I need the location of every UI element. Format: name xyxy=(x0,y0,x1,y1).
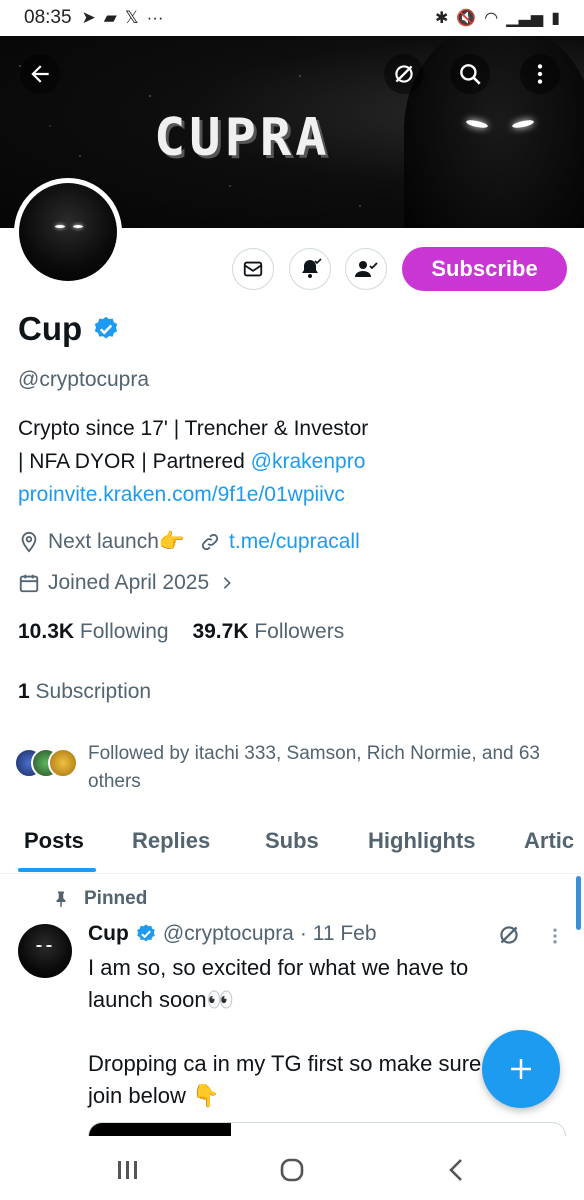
back-chevron-icon xyxy=(449,1159,462,1181)
grok-icon[interactable] xyxy=(496,922,522,948)
post-date: · 11 Feb xyxy=(299,922,377,945)
more-dots-icon: ··· xyxy=(146,8,164,27)
search-icon[interactable] xyxy=(450,54,490,94)
pin-icon xyxy=(56,891,66,908)
home-icon xyxy=(280,1158,304,1182)
status-time: 08:35 xyxy=(24,7,72,28)
verified-badge-icon xyxy=(137,924,155,942)
scrollbar[interactable] xyxy=(576,876,581,930)
post-author-handle[interactable]: @cryptocupra xyxy=(163,922,294,946)
status-system-icons: ✱ 🔇 ◠ ▁▃▅ ▮ xyxy=(435,8,560,28)
bio-line-1: Crypto since 17' | Trencher & Investor xyxy=(18,417,369,440)
following-link[interactable]: 10.3K Following xyxy=(18,620,169,643)
more-vertical-icon[interactable] xyxy=(520,54,560,94)
location-text: Next launch👉 xyxy=(48,530,186,553)
profile-handle: @cryptocupra xyxy=(18,368,150,391)
followed-by-text: Followed by itachi 333, Samson, Rich Nor… xyxy=(88,743,541,792)
home-button[interactable] xyxy=(272,1152,312,1188)
followed-by-row[interactable]: Followed by itachi 333, Samson, Rich Nor… xyxy=(14,740,558,796)
message-button[interactable] xyxy=(232,248,274,290)
post-header: Cup @cryptocupra · 11 Feb xyxy=(88,922,377,946)
bio-mention-link[interactable]: @krakenpro xyxy=(251,450,366,473)
back-arrow-icon[interactable] xyxy=(20,54,60,94)
location-row: Next launch👉 t.me/cupracall xyxy=(18,530,360,554)
tab-subs[interactable]: Subs xyxy=(265,828,319,854)
joined-text: Joined April 2025 xyxy=(48,571,210,594)
person-check-icon xyxy=(355,261,378,277)
recent-apps-icon xyxy=(118,1161,137,1179)
post-text: I am so, so excited for what we have to … xyxy=(88,955,523,1108)
x-icon: 𝕏 xyxy=(124,8,139,27)
subscribe-button[interactable]: Subscribe xyxy=(402,247,567,291)
recent-apps-button[interactable] xyxy=(108,1152,148,1188)
profile-avatar[interactable] xyxy=(14,178,122,286)
mute-icon: 🔇 xyxy=(456,10,477,27)
tab-articles[interactable]: Artic xyxy=(524,828,574,854)
link-icon xyxy=(201,533,219,551)
follow-stats: 10.3K Following 39.7K Followers xyxy=(18,620,344,644)
following-button[interactable] xyxy=(345,248,387,290)
plus-icon xyxy=(511,1059,531,1079)
active-tab-indicator xyxy=(18,868,96,872)
status-notification-icons: ➤ ▰ 𝕏 ··· xyxy=(82,8,164,28)
post-media-preview[interactable] xyxy=(88,1122,566,1136)
avatar xyxy=(48,748,78,778)
followers-link[interactable]: 39.7K Followers xyxy=(192,620,344,643)
calendar-icon xyxy=(19,574,39,593)
post-author-avatar[interactable] xyxy=(18,924,72,978)
tab-highlights[interactable]: Highlights xyxy=(368,828,476,854)
message-icon: ▰ xyxy=(103,8,117,27)
bluetooth-icon: ✱ xyxy=(434,10,449,27)
status-bar: 08:35 ➤ ▰ 𝕏 ··· ✱ 🔇 ◠ ▁▃▅ ▮ xyxy=(0,0,584,36)
android-navigation-bar xyxy=(0,1138,584,1200)
post-more-icon[interactable] xyxy=(545,924,565,948)
pinned-label: Pinned xyxy=(84,888,148,909)
bio-line-2: | NFA DYOR | Partnered @krakenpro xyxy=(18,450,366,473)
envelope-icon xyxy=(243,261,263,277)
notifications-button[interactable] xyxy=(289,248,331,290)
banner-title: CUPRA xyxy=(154,108,331,168)
website-link[interactable]: t.me/cupracall xyxy=(229,530,360,554)
profile-bio: Crypto since 17' | Trencher & Investor |… xyxy=(18,412,558,511)
bell-check-icon xyxy=(302,258,322,278)
tab-posts[interactable]: Posts xyxy=(24,828,84,854)
location-pin-icon xyxy=(21,531,37,553)
subscriptions-link[interactable]: 1 Subscription xyxy=(18,680,151,704)
compose-post-button[interactable] xyxy=(482,1030,560,1108)
telegram-icon: ➤ xyxy=(81,8,96,27)
joined-row[interactable]: Joined April 2025 xyxy=(18,571,235,595)
verified-badge-icon[interactable] xyxy=(92,315,120,343)
back-button[interactable] xyxy=(436,1152,476,1188)
profile-tabs: Posts Replies Subs Highlights Artic xyxy=(0,818,584,874)
wifi-icon: ◠ xyxy=(484,10,499,27)
followers-you-know-avatars xyxy=(14,748,80,784)
signal-icon: ▁▃▅ xyxy=(506,10,544,27)
profile-name: Cup xyxy=(18,310,83,347)
profile-name-row: Cup xyxy=(18,310,120,348)
chevron-right-icon xyxy=(223,577,231,589)
post-author-name[interactable]: Cup xyxy=(88,922,129,946)
grok-icon[interactable] xyxy=(384,54,424,94)
pinned-label-row: Pinned xyxy=(52,888,147,910)
bio-url-link[interactable]: proinvite.kraken.com/9f1e/01wpiivc xyxy=(18,478,558,511)
tab-replies[interactable]: Replies xyxy=(132,828,210,854)
battery-icon: ▮ xyxy=(551,10,560,27)
